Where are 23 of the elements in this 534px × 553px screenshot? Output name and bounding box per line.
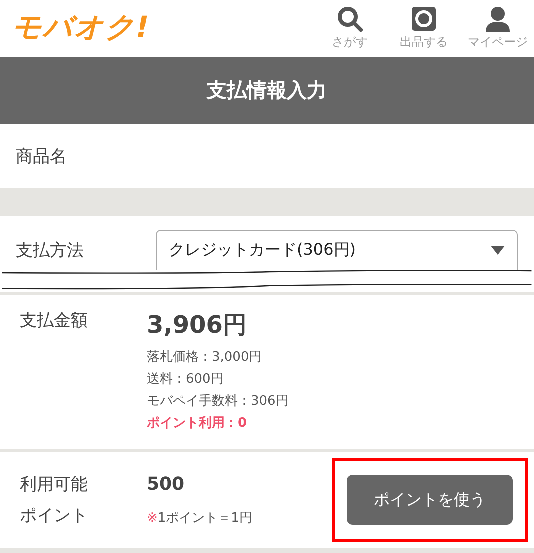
payment-method-select[interactable]: クレジットカード(306円) — [156, 230, 518, 270]
use-points-button[interactable]: ポイントを使う — [347, 475, 513, 525]
points-note: ※1ポイント＝1円 — [147, 510, 252, 526]
amount-label: 支払金額 — [20, 310, 89, 332]
amount-detail: 落札価格：3,000円 — [147, 349, 264, 367]
search-icon — [337, 6, 363, 32]
logo[interactable]: モバオク! — [12, 8, 150, 48]
amount-detail: モバペイ手数料：306円 — [147, 393, 289, 411]
points-value: 500 — [147, 474, 186, 494]
nav-link[interactable]: 出品する — [392, 6, 456, 51]
page-title: 支払情報入力 — [207, 76, 327, 104]
points-label: ポイント — [20, 505, 89, 527]
amount-detail: ポイント利用：0 — [147, 415, 248, 433]
payment-method-label: 支払方法 — [16, 240, 84, 262]
product-label: 商品名 — [16, 146, 67, 168]
nav-link[interactable]: マイページ — [466, 6, 530, 51]
amount-detail: 送料：600円 — [147, 371, 225, 389]
total-amount: 3,906円 — [147, 310, 248, 341]
points-label: 利用可能 — [20, 474, 89, 496]
dropdown-caret-icon — [491, 246, 505, 256]
nav-link[interactable]: さがす — [318, 6, 382, 51]
person-icon — [485, 6, 511, 32]
camera-icon — [411, 6, 437, 32]
